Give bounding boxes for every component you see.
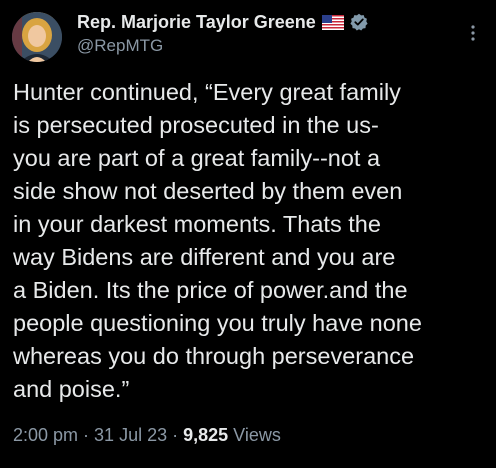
views-count: 9,825 [183,425,229,445]
tweet-date[interactable]: 31 Jul 23 [94,425,167,445]
avatar[interactable] [12,12,62,62]
more-options-icon[interactable] [464,22,482,44]
verified-badge-icon [350,13,368,31]
tweet: Rep. Marjorie Taylor Greene @RepMTG Hunt… [0,0,496,468]
tweet-text: Hunter continued, “Every great family is… [13,79,422,402]
author-handle[interactable]: @RepMTG [77,36,163,56]
separator: · [172,425,179,445]
avatar-image [12,12,62,62]
tweet-time[interactable]: 2:00 pm [13,425,78,445]
tweet-metadata: 2:00 pm · 31 Jul 23 · 9,825 Views [13,425,281,446]
author-name-row: Rep. Marjorie Taylor Greene [77,10,368,34]
separator: · [83,425,90,445]
views-label: Views [233,425,281,445]
us-flag-icon [321,14,344,30]
author-name[interactable]: Rep. Marjorie Taylor Greene [77,12,316,33]
